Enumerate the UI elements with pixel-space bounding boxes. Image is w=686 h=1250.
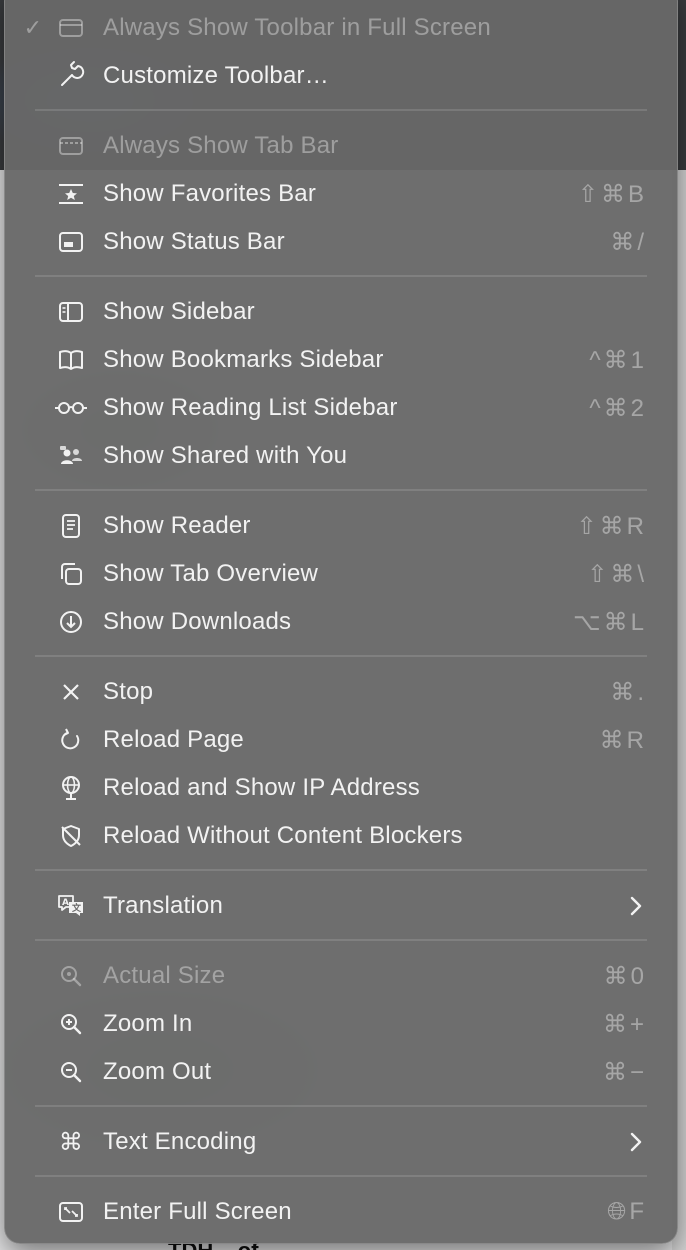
menu-item-reload-without-content-blockers[interactable]: Reload Without Content Blockers (5, 814, 677, 858)
menu-item-label: Show Status Bar (103, 228, 285, 255)
translate-icon: A文 (55, 890, 87, 922)
favorites-bar-icon (55, 178, 87, 210)
menu-item-label: Reload and Show IP Address (103, 774, 420, 801)
menu-item-reload-page[interactable]: Reload Page ⌘R (5, 718, 677, 762)
command-icon: ⌘ (58, 1128, 84, 1156)
menu-item-label: Translation (103, 892, 224, 919)
checkmark-icon: ✓ (23, 15, 43, 40)
keyboard-shortcut: ⇧⌘R (576, 512, 647, 540)
menu-item-label: Actual Size (103, 962, 226, 989)
menu-item-show-favorites-bar[interactable]: Show Favorites Bar ⇧⌘B (5, 172, 677, 216)
menu-item-label: Stop (103, 678, 154, 705)
menu-item-enter-full-screen[interactable]: Enter Full Screen 🌐︎F (5, 1190, 677, 1234)
menu-item-always-show-toolbar[interactable]: ✓ Always Show Toolbar in Full Screen (5, 6, 677, 50)
menu-item-label: Always Show Toolbar in Full Screen (103, 14, 491, 41)
menu-item-label: Show Tab Overview (103, 560, 319, 587)
shield-slash-icon (55, 820, 87, 852)
menu-item-label: Reload Page (103, 726, 244, 753)
menu-item-label: Zoom In (103, 1010, 193, 1037)
keyboard-shortcut: ⌘− (602, 1058, 647, 1086)
menu-item-reload-show-ip[interactable]: Reload and Show IP Address (5, 766, 677, 810)
menu-item-label: Enter Full Screen (103, 1198, 292, 1225)
chevron-right-icon (630, 896, 642, 916)
menu-item-label: Customize Toolbar… (103, 62, 329, 89)
menu-separator (35, 1105, 647, 1107)
menu-item-show-reading-list-sidebar[interactable]: Show Reading List Sidebar ^⌘2 (5, 386, 677, 430)
menu-item-translation[interactable]: A文 Translation (5, 884, 677, 928)
reload-icon (55, 724, 87, 756)
toolbar-icon (55, 12, 87, 44)
menu-separator (35, 1175, 647, 1177)
menu-item-label: Show Bookmarks Sidebar (103, 346, 384, 373)
menu-item-show-status-bar[interactable]: Show Status Bar ⌘/ (5, 220, 677, 264)
zoom-in-icon (55, 1008, 87, 1040)
tab-overview-icon (55, 558, 87, 590)
keyboard-shortcut: ⇧⌘B (577, 180, 647, 208)
svg-text:A: A (62, 898, 69, 908)
menu-item-zoom-in[interactable]: Zoom In ⌘+ (5, 1002, 677, 1046)
menu-item-label: Show Shared with You (103, 442, 348, 469)
menu-item-label: Show Reading List Sidebar (103, 394, 398, 421)
menu-item-customize-toolbar[interactable]: Customize Toolbar… (5, 54, 677, 98)
view-menu: ✓ Always Show Toolbar in Full Screen Cus… (4, 0, 678, 1244)
keyboard-shortcut: ⌥⌘L (572, 608, 647, 636)
keyboard-shortcut: ^⌘2 (589, 394, 647, 422)
menu-item-stop[interactable]: Stop ⌘. (5, 670, 677, 714)
menu-separator (35, 489, 647, 491)
book-icon (55, 344, 87, 376)
keyboard-shortcut: ⌘. (610, 678, 647, 706)
menu-item-label: Reload Without Content Blockers (103, 822, 463, 849)
reader-icon (55, 510, 87, 542)
status-bar-icon (55, 226, 87, 258)
menu-item-zoom-out[interactable]: Zoom Out ⌘− (5, 1050, 677, 1094)
menu-item-show-reader[interactable]: Show Reader ⇧⌘R (5, 504, 677, 548)
menu-separator (35, 275, 647, 277)
menu-item-text-encoding[interactable]: ⌘ Text Encoding (5, 1120, 677, 1164)
menu-item-label: Always Show Tab Bar (103, 132, 339, 159)
keyboard-shortcut: ^⌘1 (589, 346, 647, 374)
menu-item-show-sidebar[interactable]: Show Sidebar (5, 290, 677, 334)
chevron-right-icon (630, 1132, 642, 1152)
menu-separator (35, 869, 647, 871)
menu-separator (35, 109, 647, 111)
sidebar-icon (55, 296, 87, 328)
menu-item-always-show-tab-bar[interactable]: Always Show Tab Bar (5, 124, 677, 168)
shared-people-icon (55, 440, 87, 472)
globe-pin-icon (55, 772, 87, 804)
menu-item-show-downloads[interactable]: Show Downloads ⌥⌘L (5, 600, 677, 644)
keyboard-shortcut: ⌘R (599, 726, 647, 754)
menu-separator (35, 939, 647, 941)
magnifier-icon (55, 960, 87, 992)
full-screen-icon (55, 1196, 87, 1228)
close-icon (55, 676, 87, 708)
menu-item-show-tab-overview[interactable]: Show Tab Overview ⇧⌘\ (5, 552, 677, 596)
glasses-icon (55, 392, 87, 424)
menu-item-label: Show Reader (103, 512, 251, 539)
tab-bar-icon (55, 130, 87, 162)
menu-item-label: Text Encoding (103, 1128, 257, 1155)
menu-item-show-bookmarks-sidebar[interactable]: Show Bookmarks Sidebar ^⌘1 (5, 338, 677, 382)
menu-item-label: Show Downloads (103, 608, 292, 635)
menu-item-label: Zoom Out (103, 1058, 212, 1085)
menu-item-label: Show Favorites Bar (103, 180, 317, 207)
menu-item-label: Show Sidebar (103, 298, 255, 325)
keyboard-shortcut: ⌘+ (602, 1010, 647, 1038)
menu-item-actual-size[interactable]: Actual Size ⌘0 (5, 954, 677, 998)
keyboard-shortcut: ⌘/ (610, 228, 647, 256)
keyboard-shortcut: ⌘0 (603, 962, 647, 990)
download-icon (55, 606, 87, 638)
zoom-out-icon (55, 1056, 87, 1088)
menu-item-show-shared-with-you[interactable]: Show Shared with You (5, 434, 677, 478)
svg-text:文: 文 (71, 902, 82, 914)
keyboard-shortcut: 🌐︎F (607, 1198, 647, 1225)
keyboard-shortcut: ⇧⌘\ (587, 560, 647, 588)
menu-separator (35, 655, 647, 657)
wrench-icon (55, 60, 87, 92)
